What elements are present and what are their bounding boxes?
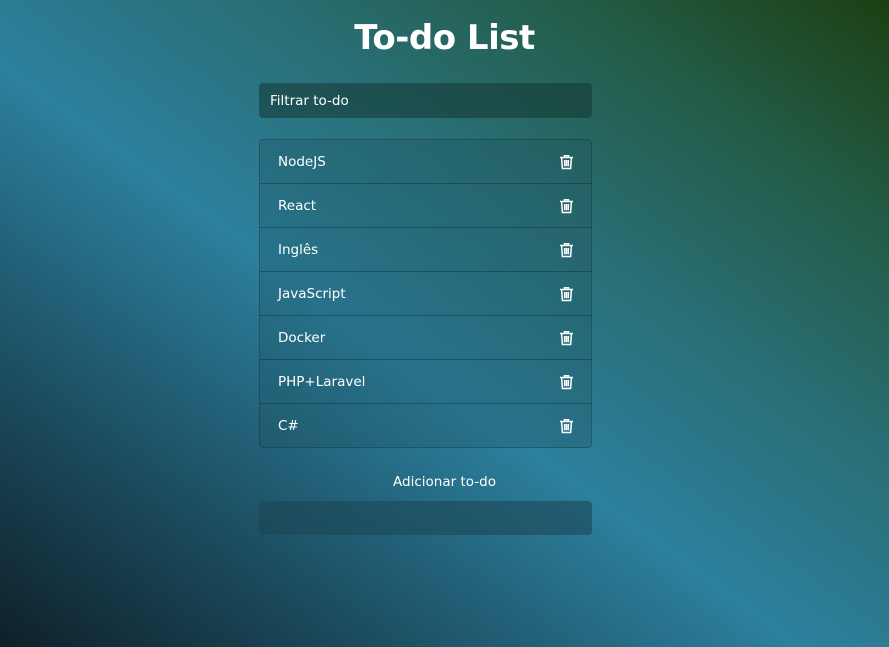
todo-list: NodeJS React Inglês JavaScript Docker PH… [259,139,592,448]
todo-item: React [260,184,591,228]
filter-input[interactable] [259,83,592,118]
page-title: To-do List [354,18,535,58]
trash-icon[interactable] [559,242,574,258]
todo-item: Docker [260,316,591,360]
todo-label: React [278,197,317,214]
todo-item: C# [260,404,591,447]
todo-label: C# [278,417,299,434]
todo-item: JavaScript [260,272,591,316]
todo-label: Inglês [278,241,319,258]
add-todo-input[interactable] [259,501,592,535]
todo-item: Inglês [260,228,591,272]
trash-icon[interactable] [559,198,574,214]
todo-item: PHP+Laravel [260,360,591,404]
todo-item: NodeJS [260,140,591,184]
add-todo-label: Adicionar to-do [393,474,496,490]
trash-icon[interactable] [559,418,574,434]
todo-label: PHP+Laravel [278,373,366,390]
trash-icon[interactable] [559,154,574,170]
trash-icon[interactable] [559,286,574,302]
todo-label: NodeJS [278,153,326,170]
todo-label: Docker [278,329,326,346]
trash-icon[interactable] [559,374,574,390]
trash-icon[interactable] [559,330,574,346]
todo-label: JavaScript [278,285,346,302]
